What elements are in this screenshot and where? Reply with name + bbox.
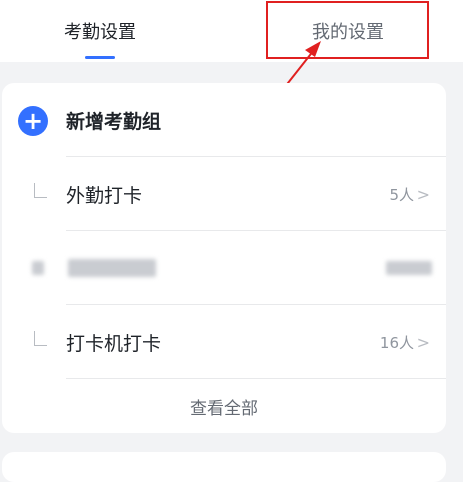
chevron-right-icon: > <box>416 332 430 352</box>
tab-attendance-settings-label: 考勤设置 <box>64 22 136 43</box>
add-attendance-group-row[interactable]: + 新增考勤组 <box>2 83 446 157</box>
redacted-member-count <box>386 261 432 275</box>
group-name: 外勤打卡 <box>66 184 143 207</box>
annotation-highlight-box <box>266 1 429 59</box>
view-all-button[interactable]: 查看全部 <box>2 383 446 429</box>
group-row-redacted[interactable] <box>2 231 446 305</box>
redacted-branch <box>32 261 44 275</box>
redacted-group-name <box>68 259 156 277</box>
group-name: 打卡机打卡 <box>66 332 162 355</box>
group-member-count: 16人 <box>379 333 414 352</box>
add-attendance-group-label: 新增考勤组 <box>66 110 162 133</box>
divider <box>66 378 446 379</box>
tab-attendance-settings[interactable]: 考勤设置 <box>40 0 160 62</box>
attendance-groups-card: + 新增考勤组 外勤打卡 5人 > 打卡机打卡 16人 > 查看全部 <box>2 83 446 433</box>
group-row-outdoor-clock-in[interactable]: 外勤打卡 5人 > <box>2 157 446 231</box>
next-card <box>2 452 446 482</box>
chevron-right-icon: > <box>416 184 430 204</box>
group-row-machine-clock-in[interactable]: 打卡机打卡 16人 > <box>2 305 446 379</box>
tab-bar: 考勤设置 我的设置 <box>0 0 463 62</box>
active-tab-indicator <box>85 56 115 59</box>
tree-branch-icon <box>34 183 47 198</box>
plus-circle-icon: + <box>18 106 48 136</box>
tree-branch-icon <box>34 331 47 346</box>
group-member-count: 5人 <box>389 185 414 204</box>
